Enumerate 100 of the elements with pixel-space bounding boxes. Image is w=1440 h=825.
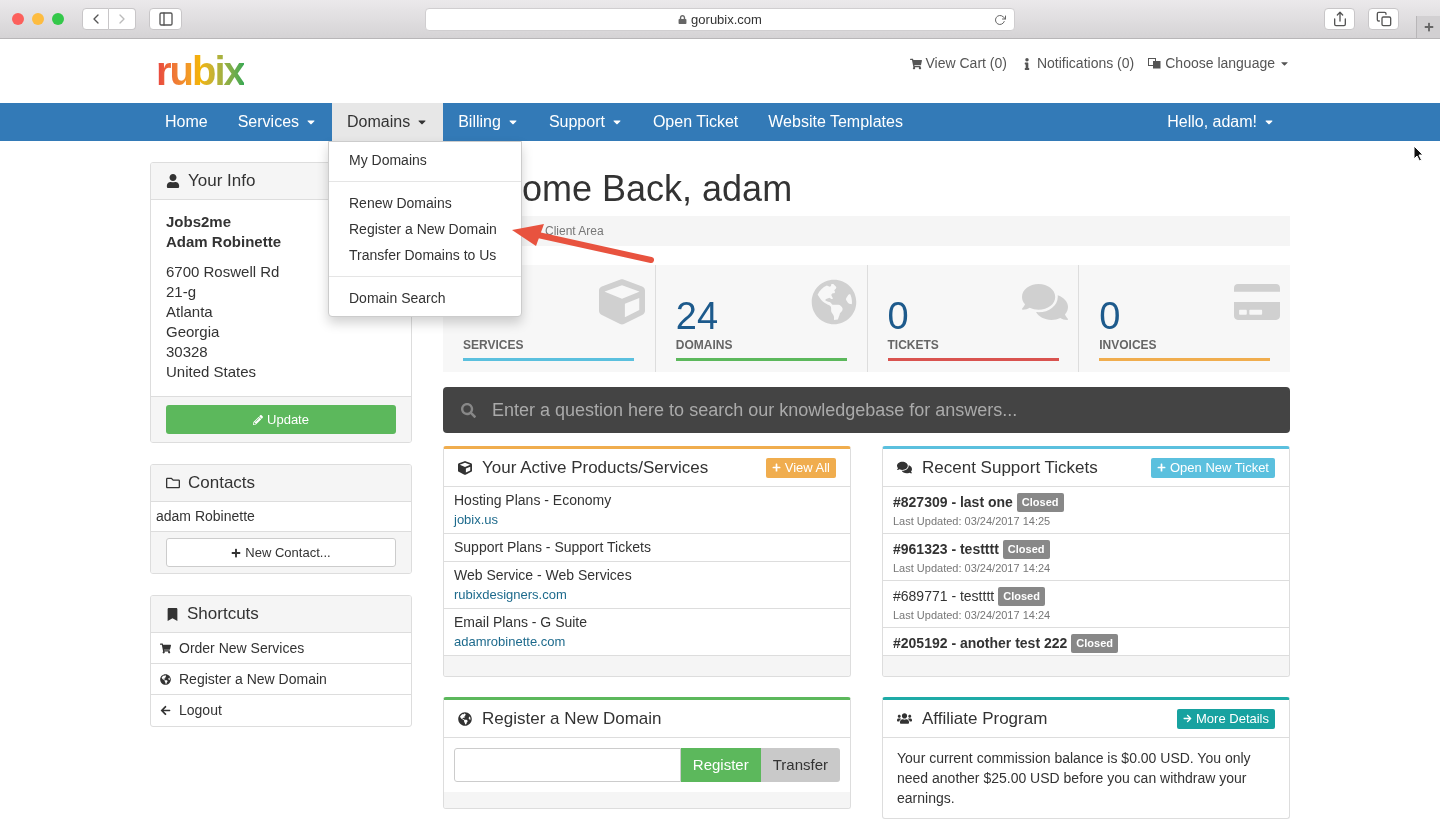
stat-label: INVOICES xyxy=(1099,338,1158,352)
domain-link[interactable]: adamrobinette.com xyxy=(454,632,840,651)
dropdown-item[interactable]: My Domains xyxy=(329,147,521,173)
reload-icon[interactable] xyxy=(994,13,1006,26)
header-link[interactable]: View Cart (0) xyxy=(909,53,1007,74)
nav-item[interactable]: Domains xyxy=(332,103,444,141)
globe-icon xyxy=(160,673,171,685)
language-icon xyxy=(1148,58,1162,69)
nav-item[interactable]: Open Ticket xyxy=(637,103,754,141)
cube-icon xyxy=(598,279,645,325)
plus-icon xyxy=(231,547,242,558)
shortcut-link[interactable]: Logout xyxy=(151,695,411,726)
product-name: Hosting Plans - Economy xyxy=(454,491,613,510)
search-icon xyxy=(461,402,476,418)
pencil-icon xyxy=(253,414,264,425)
nav-item[interactable]: Services xyxy=(222,103,333,141)
new-tab-button[interactable] xyxy=(1416,16,1440,38)
stat-label: DOMAINS xyxy=(675,338,734,352)
stat-label: TICKETS xyxy=(887,338,940,352)
nav-item[interactable]: Support xyxy=(533,103,638,141)
stat-value: 0 xyxy=(1099,295,1121,337)
domain-input[interactable] xyxy=(454,748,681,782)
breadcrumb-item: Client Area xyxy=(545,223,604,240)
share-icon xyxy=(1331,11,1348,27)
cart-icon xyxy=(160,642,171,654)
ticket-row[interactable]: #689771 - testttt Closed Last Updated: 03/24/2017 14:24 xyxy=(883,581,1289,628)
nav-item[interactable]: Website Templates xyxy=(753,103,918,141)
arrow-left-icon xyxy=(160,705,171,716)
search-input[interactable]: Enter a question here to search our knowledgebase for answers... xyxy=(492,396,1272,424)
stat-tile[interactable]: 0 TICKETS xyxy=(866,265,1079,372)
knowledgebase-search[interactable]: Enter a question here to search our knowledgebase for answers... xyxy=(443,387,1290,433)
tabs-button[interactable] xyxy=(1368,8,1399,30)
affiliate-text: Your current commission balance is $0.00 USD. You only need another $25.00 USD before you can withdraw your earnings. xyxy=(896,749,1252,808)
status-label: Closed xyxy=(998,587,1045,606)
forward-button[interactable] xyxy=(109,8,136,30)
address-line: United States xyxy=(166,362,257,382)
product-name: Email Plans - G Suite xyxy=(454,613,589,632)
nav-item[interactable]: Home xyxy=(150,103,223,141)
address-line: 21-g xyxy=(166,282,197,302)
header-link[interactable]: Choose language xyxy=(1148,53,1290,74)
address-line: Atlanta xyxy=(166,302,213,322)
new-contact-button[interactable]: New Contact... xyxy=(166,538,396,567)
header-link[interactable]: Notifications (0) xyxy=(1020,53,1135,74)
transfer-button[interactable]: Transfer xyxy=(760,748,840,782)
product-row[interactable]: Support Plans - Support Tickets xyxy=(444,534,850,562)
address-bar[interactable]: gorubix.com xyxy=(425,8,1015,31)
panel-title: Contacts xyxy=(188,472,256,495)
product-name: Support Plans - Support Tickets xyxy=(454,538,652,557)
dropdown-item[interactable]: Renew Domains xyxy=(329,190,521,216)
plus-icon xyxy=(771,463,781,472)
sidebar-toggle-button[interactable] xyxy=(149,8,182,30)
panel-title: Recent Support Tickets xyxy=(922,456,1098,479)
status-label: Closed xyxy=(1016,493,1064,512)
minimize-window-button[interactable] xyxy=(32,13,44,25)
stat-tile[interactable]: 24 DOMAINS xyxy=(654,265,867,372)
ticket-row[interactable]: #961323 - testttt Closed Last Updated: 03/24/2017 14:24 xyxy=(883,534,1289,581)
maximize-window-button[interactable] xyxy=(52,13,64,25)
user-icon xyxy=(166,174,180,188)
dropdown-item[interactable]: Domain Search xyxy=(329,285,521,311)
status-label: Closed xyxy=(1071,634,1118,653)
product-name: Web Service - Web Services xyxy=(454,566,633,585)
close-window-button[interactable] xyxy=(12,13,24,25)
ticket-subject: #205192 - another test 222 xyxy=(893,634,1068,653)
back-button[interactable] xyxy=(82,8,109,30)
users-icon xyxy=(897,711,912,726)
bookmark-icon xyxy=(166,607,179,621)
domain-link[interactable]: jobix.us xyxy=(454,510,840,529)
dropdown-item[interactable]: Register a New Domain xyxy=(329,216,521,242)
share-button[interactable] xyxy=(1324,8,1355,30)
ticket-row[interactable]: #827309 - last one Closed Last Updated: 03/24/2017 14:25 xyxy=(883,487,1289,534)
ticket-updated: Last Updated: 03/24/2017 14:24 xyxy=(893,608,1052,623)
panel-title: Register a New Domain xyxy=(482,707,662,730)
dropdown-item[interactable]: Transfer Domains to Us xyxy=(329,242,521,268)
nav-item[interactable]: Billing xyxy=(443,103,534,141)
ticket-updated: Last Updated: 03/24/2017 14:25 xyxy=(893,514,1052,529)
user-menu[interactable]: Hello, adam! xyxy=(1152,103,1290,141)
chat-bubbles-icon xyxy=(897,460,912,475)
folder-icon xyxy=(166,476,180,490)
globe-icon xyxy=(810,279,857,325)
plus-icon xyxy=(1423,22,1434,32)
stat-value: 0 xyxy=(887,295,909,337)
url-text: gorubix.com xyxy=(691,10,762,29)
status-label: Closed xyxy=(1002,540,1050,559)
ticket-updated: Last Updated: 03/24/2017 14:24 xyxy=(893,561,1052,576)
product-row[interactable]: Web Service - Web Services rubixdesigners.com xyxy=(444,562,850,609)
globe-icon xyxy=(458,711,472,726)
address-line: Georgia xyxy=(166,322,220,342)
stat-tile[interactable]: 0 INVOICES xyxy=(1078,265,1290,372)
shortcut-link[interactable]: Order New Services xyxy=(151,633,411,664)
company-name: Jobs2me xyxy=(166,212,232,232)
panel-title: Your Info xyxy=(188,170,256,193)
cart-icon xyxy=(909,57,922,70)
stat-label: SERVICES xyxy=(463,338,525,352)
panel-title: Your Active Products/Services xyxy=(482,456,709,479)
sidebar-icon xyxy=(157,11,174,27)
shortcut-link[interactable]: Register a New Domain xyxy=(151,664,411,695)
product-row[interactable]: Hosting Plans - Economy jobix.us xyxy=(444,487,850,534)
ticket-subject: #827309 - last one xyxy=(893,493,1013,512)
stat-value: 24 xyxy=(675,295,719,337)
domain-link[interactable]: rubixdesigners.com xyxy=(454,585,840,604)
